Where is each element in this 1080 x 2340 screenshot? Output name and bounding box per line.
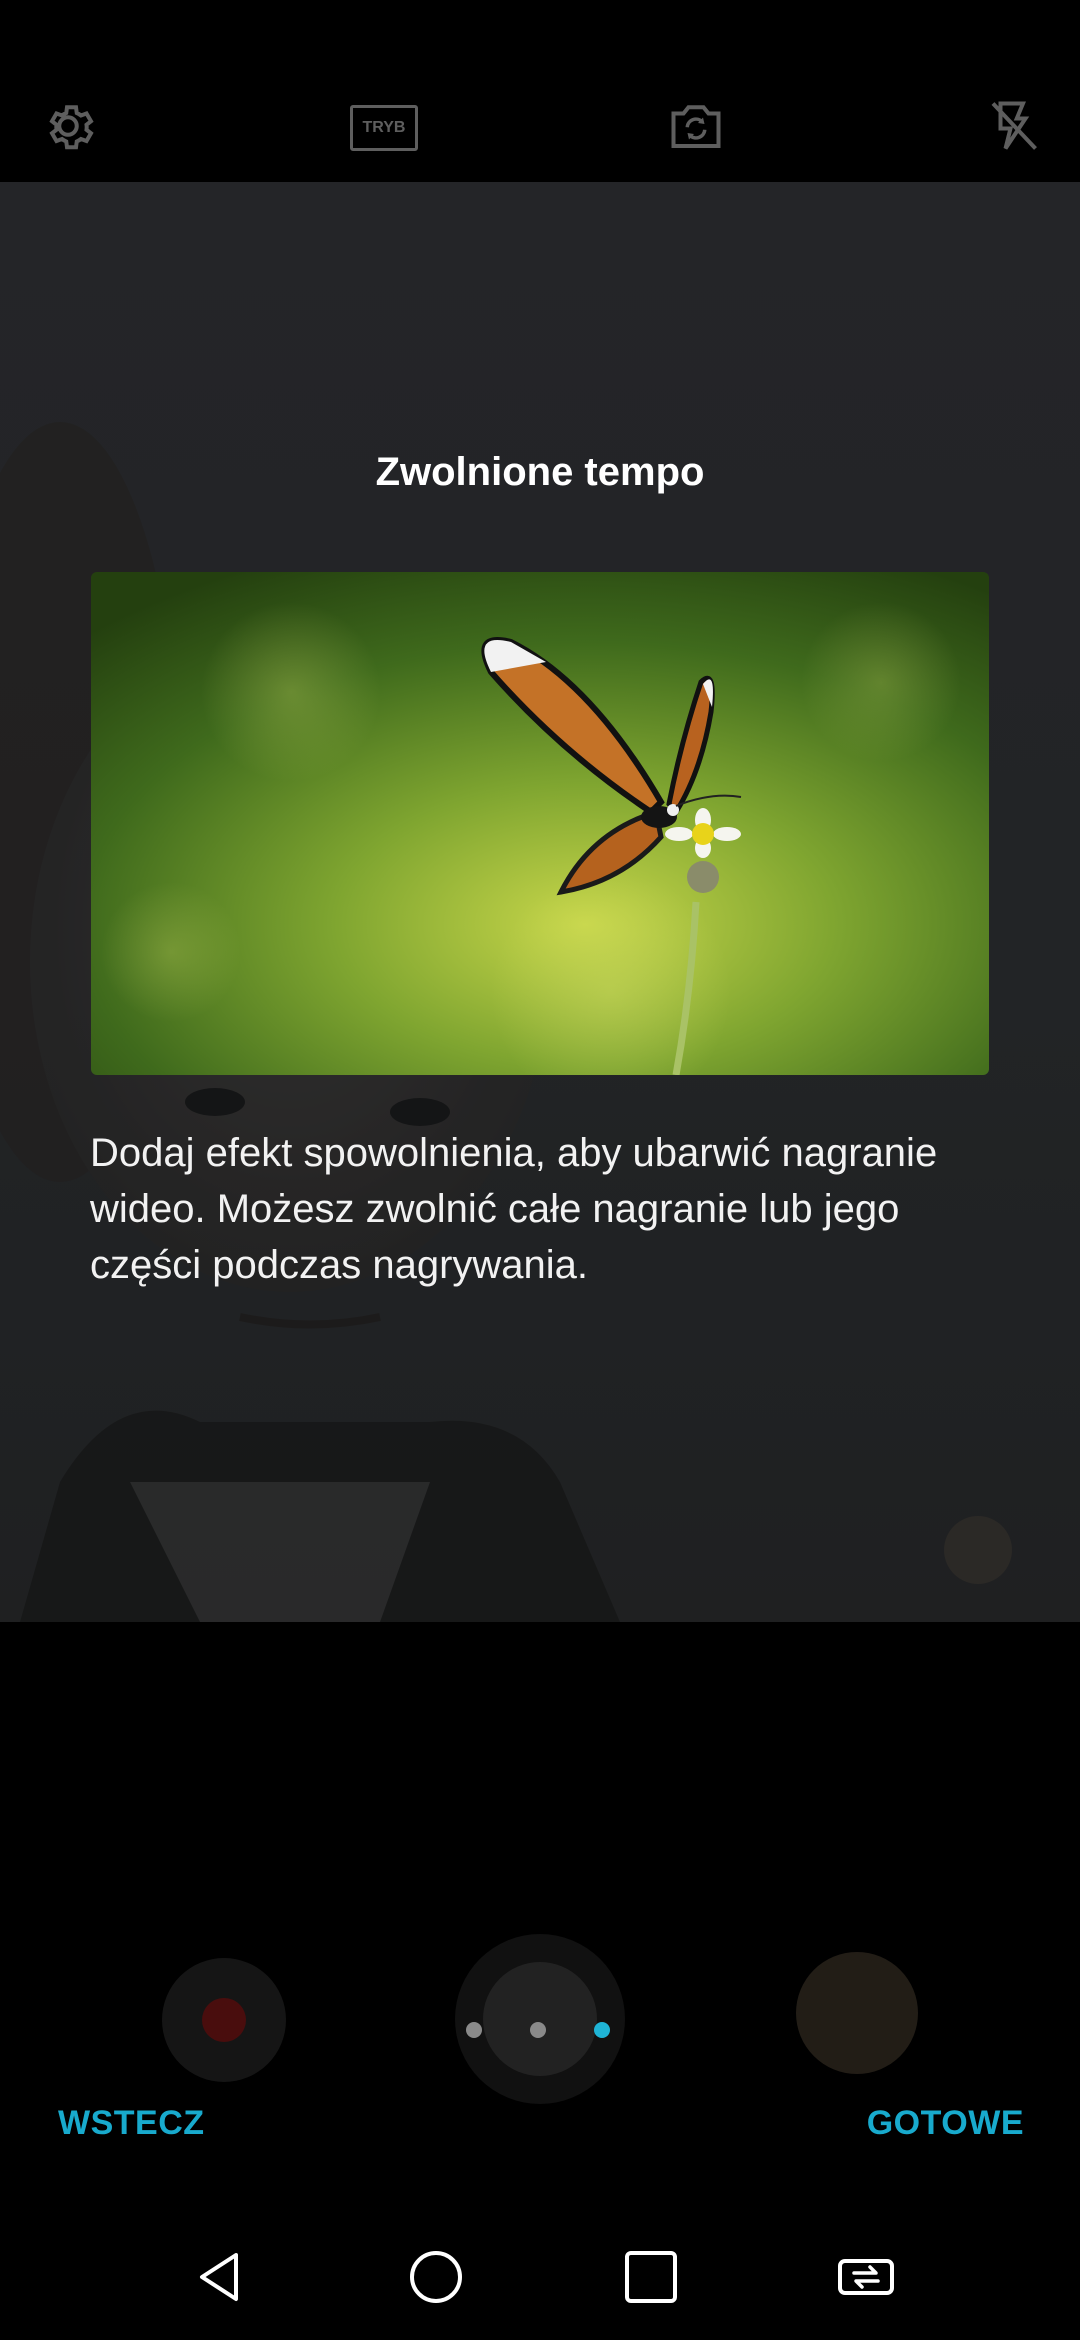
gallery-thumbnail[interactable] — [796, 1952, 918, 2074]
gear-icon[interactable] — [38, 96, 98, 156]
nav-home-icon[interactable] — [406, 2247, 466, 2307]
done-button[interactable]: GOTOWE — [867, 2104, 1024, 2143]
nav-back-icon[interactable] — [190, 2247, 250, 2307]
nav-recents-icon[interactable] — [621, 2247, 681, 2307]
mode-button[interactable]: TRYB — [350, 105, 418, 151]
camera-bottom-controls — [0, 1622, 1080, 2182]
camera-switch-icon[interactable] — [666, 96, 726, 156]
tutorial-preview-image — [91, 572, 989, 1075]
back-button[interactable]: WSTECZ — [58, 2104, 205, 2143]
tutorial-pagination — [466, 2018, 614, 2042]
tutorial-title: Zwolnione tempo — [375, 450, 705, 494]
screen-rotate-icon[interactable] — [836, 2247, 896, 2307]
flash-off-icon[interactable] — [983, 96, 1043, 156]
page-dot-1 — [466, 2022, 482, 2038]
tutorial-description: Dodaj efekt spowolnienia, aby ubarwić na… — [90, 1131, 938, 1287]
camera-top-bar: TRYB — [0, 0, 1080, 182]
record-dot — [202, 1998, 246, 2042]
system-navigation-bar — [0, 2200, 1080, 2340]
record-video-button[interactable] — [162, 1958, 286, 2082]
mode-label: TRYB — [362, 119, 406, 136]
page-dot-2 — [530, 2022, 546, 2038]
page-dot-3-active — [594, 2022, 610, 2038]
avatar-sticker-button[interactable] — [944, 1516, 1012, 1584]
